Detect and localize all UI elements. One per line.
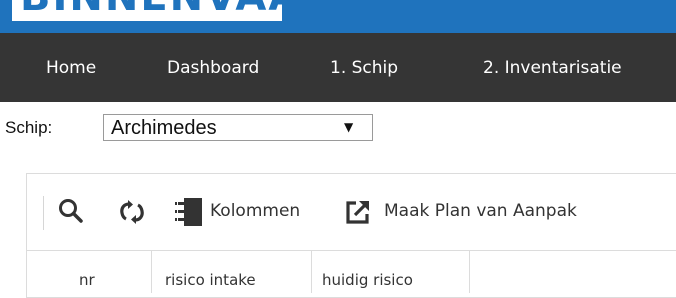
main-nav: Home Dashboard 1. Schip 2. Inventarisati… (0, 33, 676, 102)
make-plan-button[interactable]: Maak Plan van Aanpak (384, 201, 577, 221)
column-header-empty[interactable] (469, 251, 676, 293)
ship-select[interactable]: Archimedes ▼ (103, 114, 373, 141)
column-header-label: huidig risico (322, 271, 413, 289)
ship-select-value: Archimedes (111, 117, 217, 139)
column-header-label: risico intake (165, 271, 256, 289)
nav-item-inventarisatie[interactable]: 2. Inventarisatie (483, 58, 622, 78)
toolbar-divider (43, 196, 44, 230)
column-header-huidig-risico[interactable]: huidig risico (311, 251, 469, 293)
nav-item-dashboard[interactable]: Dashboard (167, 58, 259, 78)
column-header-nr[interactable]: nr (26, 251, 151, 293)
logo-text: BINNENVAART (20, 0, 282, 20)
chevron-down-icon: ▼ (344, 120, 354, 134)
column-header-risico-intake[interactable]: risico intake (151, 251, 311, 293)
table-header: nr risico intake huidig risico (26, 250, 676, 293)
nav-item-schip[interactable]: 1. Schip (330, 58, 398, 78)
columns-icon[interactable] (175, 197, 203, 231)
search-icon[interactable] (58, 198, 84, 228)
refresh-icon[interactable] (118, 199, 146, 229)
column-header-label: nr (79, 271, 95, 289)
logo[interactable]: BINNENVAART (12, 0, 282, 21)
external-link-icon[interactable] (345, 199, 371, 229)
top-banner: BINNENVAART (0, 0, 676, 33)
ship-label: Schip: (5, 118, 53, 137)
columns-button[interactable]: Kolommen (210, 201, 300, 221)
nav-item-home[interactable]: Home (46, 58, 96, 78)
